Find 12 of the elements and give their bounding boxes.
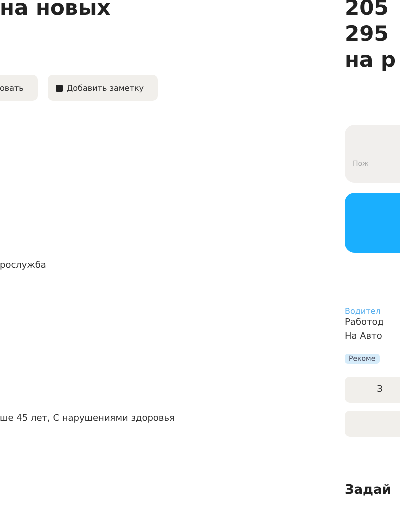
company-text: На Авто	[345, 331, 382, 344]
primary-button[interactable]	[345, 193, 400, 253]
action-button[interactable]: овать	[0, 75, 38, 101]
company-text: Работод	[345, 317, 384, 330]
description-text: ше 45 лет, С нарушениями здоровья	[0, 414, 175, 424]
description-text: рослужба	[0, 261, 46, 271]
job-title: на новых	[0, 0, 111, 19]
secondary-button[interactable]: З	[345, 377, 400, 403]
salary-text: 295	[345, 21, 390, 47]
salary-text: на р	[345, 47, 396, 73]
action-button[interactable]: Добавить заметку	[48, 75, 158, 101]
section-heading: Задай	[345, 483, 392, 498]
